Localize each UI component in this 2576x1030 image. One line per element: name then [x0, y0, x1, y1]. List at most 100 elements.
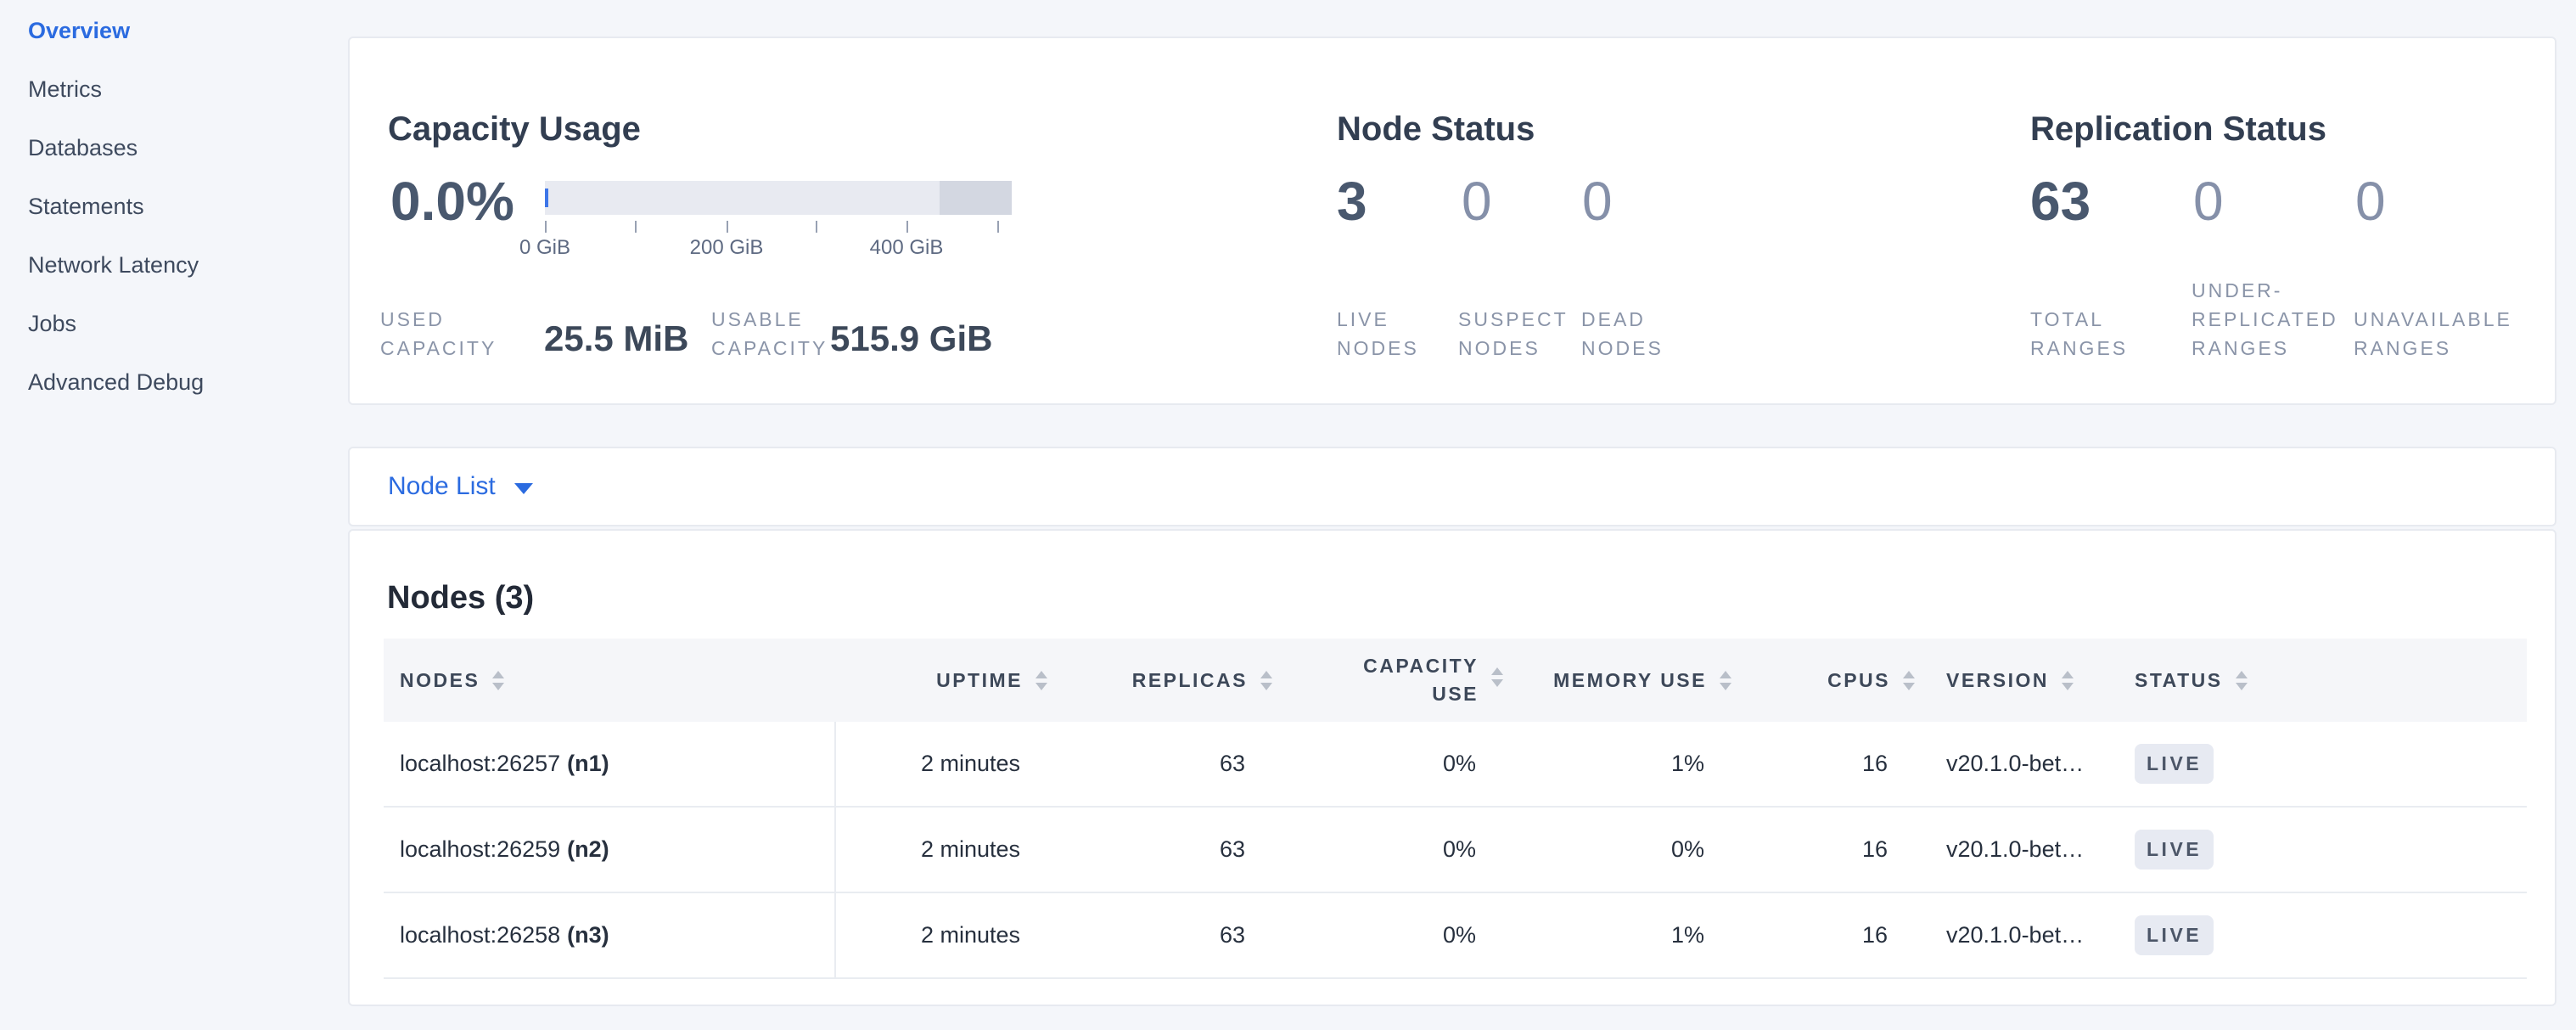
- node-address: localhost:26257: [400, 751, 560, 777]
- status-badge: LIVE: [2135, 830, 2214, 870]
- memory-use-cell: 0%: [1503, 808, 1731, 892]
- nodes-table-title: Nodes (3): [387, 580, 534, 616]
- replicas-cell: 63: [1047, 808, 1272, 892]
- node-id: (n2): [567, 836, 609, 863]
- memory-use-cell: 1%: [1503, 722, 1731, 806]
- node-id: (n1): [567, 751, 609, 777]
- sidebar-item-network-latency[interactable]: Network Latency: [0, 236, 324, 295]
- memory-use-cell: 1%: [1503, 893, 1731, 977]
- dead-nodes-count: 0: [1582, 172, 1613, 230]
- column-header-version[interactable]: VERSION: [1915, 667, 2126, 695]
- replicas-cell: 63: [1047, 722, 1272, 806]
- capacity-gauge: [545, 181, 1012, 215]
- nodes-table: NODES UPTIME REPLICAS CAPACITY USE MEMOR…: [384, 639, 2527, 979]
- table-row-node-1[interactable]: localhost:26257 (n1) 2 minutes 63 0% 1% …: [384, 722, 2527, 808]
- gauge-tick: [997, 221, 999, 233]
- version-cell: v20.1.0-bet…: [1915, 808, 2126, 892]
- column-header-uptime[interactable]: UPTIME: [836, 667, 1047, 695]
- unavailable-count: 0: [2355, 172, 2386, 230]
- node-status-title: Node Status: [1337, 110, 1535, 149]
- replicas-cell: 63: [1047, 893, 1272, 977]
- sidebar-item-jobs[interactable]: Jobs: [0, 295, 324, 353]
- node-address: localhost:26258: [400, 922, 560, 948]
- live-nodes-label: LIVE NODES: [1337, 305, 1419, 363]
- gauge-tick-label: 400 GiB: [870, 236, 944, 260]
- gauge-tick: [545, 221, 547, 233]
- cluster-summary-card: Capacity Usage 0.0% 0 GiB 200 GiB 400 Gi…: [348, 37, 2556, 405]
- suspect-nodes-label: SUSPECT NODES: [1458, 305, 1569, 363]
- column-label: VERSION: [1946, 667, 2049, 695]
- suspect-nodes-count: 0: [1462, 172, 1492, 230]
- used-capacity-label: USED CAPACITY: [380, 305, 497, 363]
- cpus-cell: 16: [1731, 893, 1915, 977]
- sort-icon[interactable]: [1491, 667, 1503, 687]
- node-address: localhost:26259: [400, 836, 560, 863]
- cpus-cell: 16: [1731, 722, 1915, 806]
- gauge-tick: [635, 221, 637, 233]
- under-replicated-label: UNDER- REPLICATED RANGES: [2192, 276, 2338, 363]
- node-address-cell[interactable]: localhost:26257 (n1): [384, 722, 836, 806]
- column-header-status[interactable]: STATUS: [2126, 667, 2527, 695]
- usable-capacity-label: USABLE CAPACITY: [711, 305, 828, 363]
- view-selector-label[interactable]: Node List: [388, 472, 496, 501]
- gauge-tick-label: 0 GiB: [519, 236, 570, 260]
- sort-icon[interactable]: [492, 671, 504, 690]
- column-label: UPTIME: [936, 667, 1023, 695]
- sort-icon[interactable]: [1720, 671, 1731, 690]
- column-label: MEMORY USE: [1553, 667, 1707, 695]
- column-header-capacity-use[interactable]: CAPACITY USE: [1272, 652, 1503, 708]
- dead-nodes-label: DEAD NODES: [1581, 305, 1664, 363]
- cpus-cell: 16: [1731, 808, 1915, 892]
- table-row-node-3[interactable]: localhost:26258 (n3) 2 minutes 63 0% 1% …: [384, 893, 2527, 979]
- sidebar-item-metrics[interactable]: Metrics: [0, 60, 324, 119]
- sidebar-item-overview[interactable]: Overview: [0, 2, 324, 60]
- sidebar-item-statements[interactable]: Statements: [0, 177, 324, 236]
- sort-icon[interactable]: [1035, 671, 1047, 690]
- usable-capacity-value: 515.9 GiB: [830, 318, 992, 359]
- uptime-cell: 2 minutes: [836, 893, 1047, 977]
- status-cell: LIVE: [2126, 722, 2527, 806]
- column-header-replicas[interactable]: REPLICAS: [1047, 667, 1272, 695]
- gauge-reserved-segment: [940, 181, 1012, 215]
- gauge-tick: [727, 221, 728, 233]
- nodes-table-header: NODES UPTIME REPLICAS CAPACITY USE MEMOR…: [384, 639, 2527, 722]
- sort-icon[interactable]: [2062, 671, 2074, 690]
- column-label: CAPACITY USE: [1363, 652, 1479, 708]
- column-label: STATUS: [2135, 667, 2223, 695]
- replication-status-title: Replication Status: [2030, 110, 2326, 149]
- capacity-used-percent: 0.0%: [390, 172, 514, 230]
- status-badge: LIVE: [2135, 744, 2214, 784]
- uptime-cell: 2 minutes: [836, 722, 1047, 806]
- column-header-cpus[interactable]: CPUS: [1731, 667, 1915, 695]
- column-label: CPUS: [1827, 667, 1890, 695]
- node-id: (n3): [567, 922, 609, 948]
- live-nodes-count: 3: [1337, 172, 1367, 230]
- node-address-cell[interactable]: localhost:26259 (n2): [384, 808, 836, 892]
- sidebar-nav: Overview Metrics Databases Statements Ne…: [0, 2, 324, 412]
- gauge-tick: [906, 221, 908, 233]
- gauge-tick: [816, 221, 817, 233]
- view-selector-dropdown[interactable]: Node List: [348, 447, 2556, 526]
- total-ranges-label: TOTAL RANGES: [2030, 305, 2128, 363]
- uptime-cell: 2 minutes: [836, 808, 1047, 892]
- nodes-table-card: Nodes (3) NODES UPTIME REPLICAS CAPACITY…: [348, 529, 2556, 1006]
- capacity-usage-title: Capacity Usage: [388, 110, 641, 149]
- node-address-cell[interactable]: localhost:26258 (n3): [384, 893, 836, 977]
- gauge-used-segment: [545, 189, 548, 207]
- sidebar-item-databases[interactable]: Databases: [0, 119, 324, 177]
- sort-icon[interactable]: [2236, 671, 2248, 690]
- table-row-node-2[interactable]: localhost:26259 (n2) 2 minutes 63 0% 0% …: [384, 808, 2527, 893]
- sort-icon[interactable]: [1903, 671, 1915, 690]
- status-badge: LIVE: [2135, 915, 2214, 955]
- unavailable-label: UNAVAILABLE RANGES: [2354, 305, 2512, 363]
- status-cell: LIVE: [2126, 893, 2527, 977]
- column-header-memory-use[interactable]: MEMORY USE: [1503, 667, 1731, 695]
- status-cell: LIVE: [2126, 808, 2527, 892]
- sort-icon[interactable]: [1260, 671, 1272, 690]
- column-header-nodes[interactable]: NODES: [384, 667, 836, 695]
- sidebar-item-advanced-debug[interactable]: Advanced Debug: [0, 353, 324, 412]
- capacity-use-cell: 0%: [1272, 893, 1503, 977]
- capacity-use-cell: 0%: [1272, 808, 1503, 892]
- version-cell: v20.1.0-bet…: [1915, 893, 2126, 977]
- column-label: REPLICAS: [1132, 667, 1248, 695]
